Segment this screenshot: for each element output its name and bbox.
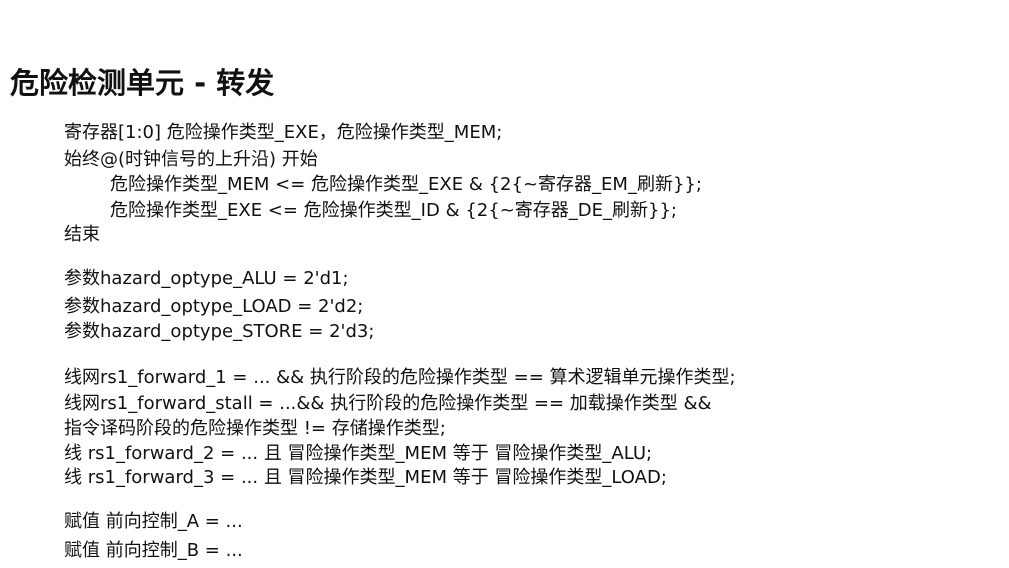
code-line-rs1-forward-stall-cont: 指令译码阶段的危险操作类型 != 存储操作类型; — [64, 418, 446, 439]
code-line-rs1-forward-3: 线 rs1_forward_3 = ... 且 冒险操作类型_MEM 等于 冒险… — [64, 467, 667, 488]
code-line-param-store: 参数hazard_optype_STORE = 2'd3; — [64, 321, 375, 342]
code-line-rs1-forward-2: 线 rs1_forward_2 = ... 且 冒险操作类型_MEM 等于 冒险… — [64, 443, 653, 464]
code-line-param-load: 参数hazard_optype_LOAD = 2'd2; — [64, 296, 364, 317]
code-line-mem-assign: 危险操作类型_MEM <= 危险操作类型_EXE & {2{~寄存器_EM_刷新… — [110, 174, 702, 195]
code-line-rs1-forward-1: 线网rs1_forward_1 = ... && 执行阶段的危险操作类型 == … — [64, 367, 736, 388]
code-line-assign-forward-b: 赋值 前向控制_B = ... — [64, 540, 243, 561]
code-line-param-alu: 参数hazard_optype_ALU = 2'd1; — [64, 268, 349, 289]
code-line-always-begin: 始终@(时钟信号的上升沿) 开始 — [64, 149, 318, 170]
code-line-assign-forward-a: 赋值 前向控制_A = ... — [64, 511, 243, 532]
code-content: 寄存器[1:0] 危险操作类型_EXE，危险操作类型_MEM; 始终@(时钟信号… — [64, 0, 1004, 568]
code-line-end: 结束 — [64, 224, 100, 245]
code-line-exe-assign: 危险操作类型_EXE <= 危险操作类型_ID & {2{~寄存器_DE_刷新}… — [110, 200, 677, 221]
code-line-register-decl: 寄存器[1:0] 危险操作类型_EXE，危险操作类型_MEM; — [64, 122, 503, 143]
code-line-rs1-forward-stall: 线网rs1_forward_stall = ...&& 执行阶段的危险操作类型 … — [64, 393, 712, 414]
